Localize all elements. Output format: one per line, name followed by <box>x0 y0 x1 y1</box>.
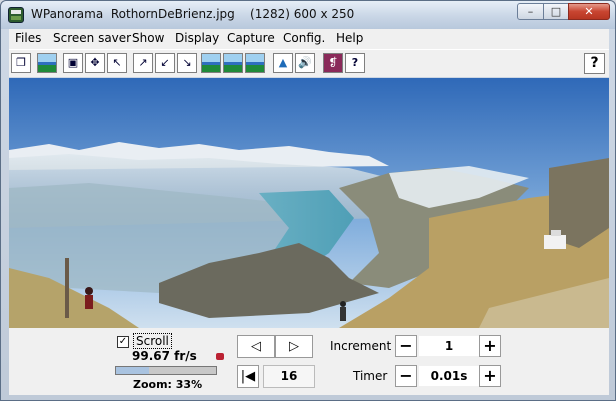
scroll-checkbox[interactable]: ✓ <box>117 336 129 348</box>
increment-value[interactable]: 1 <box>419 336 479 356</box>
first-frame-button[interactable]: |◀ <box>237 365 259 388</box>
menu-show[interactable]: Show <box>132 31 164 45</box>
menu-help[interactable]: Help <box>336 31 363 45</box>
increment-increase-button[interactable]: + <box>479 335 501 357</box>
panorama-scene <box>9 78 609 328</box>
panorama-view-1-icon[interactable] <box>201 53 221 73</box>
app-window: WPanorama RothornDeBrienz.jpg (1282) 600… <box>0 0 616 401</box>
app-icon[interactable] <box>8 7 24 23</box>
menu-files[interactable]: Files <box>15 31 41 45</box>
panorama-view-3-icon[interactable] <box>245 53 265 73</box>
fps-readout: 99.67 fr/s <box>132 349 197 363</box>
increment-label: Increment <box>330 339 392 353</box>
shrink-icon[interactable]: ↖ <box>107 53 127 73</box>
previous-button[interactable]: ◁ <box>237 335 275 358</box>
help-button[interactable]: ? <box>584 53 605 74</box>
help-topics-icon[interactable]: ? <box>345 53 365 73</box>
timer-value[interactable]: 0.01s <box>419 366 479 386</box>
scroll-label[interactable]: Scroll <box>133 333 172 349</box>
toolbar: ❐ ▣ ✥ ↖ ↗ ↙ ↘ ▲ 🔊 ❡ ? ? <box>9 49 609 77</box>
control-panel: ✓ Scroll 99.67 fr/s Zoom: 33% ◁ ▷ |◀ 16 … <box>9 328 609 395</box>
panorama-image[interactable] <box>9 78 609 328</box>
frame-number: 16 <box>263 365 315 388</box>
minimize-button[interactable]: – <box>517 3 544 20</box>
picture-icon[interactable] <box>37 53 57 73</box>
maximize-button[interactable]: □ <box>543 3 569 20</box>
app-name: WPanorama <box>31 7 104 21</box>
window-title: WPanorama RothornDeBrienz.jpg (1282) 600… <box>31 7 354 21</box>
open-file-icon[interactable]: ❐ <box>11 53 31 73</box>
menu-capture[interactable]: Capture <box>227 31 275 45</box>
sound-icon[interactable]: 🔊 <box>295 53 315 73</box>
panorama-view-2-icon[interactable] <box>223 53 243 73</box>
zoom-slider-fill <box>116 367 149 374</box>
image-dimensions: (1282) 600 x 250 <box>250 7 355 21</box>
zoom-slider[interactable] <box>115 366 217 375</box>
menu-display[interactable]: Display <box>175 31 219 45</box>
menu-config[interactable]: Config. <box>283 31 325 45</box>
landscape-icon[interactable]: ▲ <box>273 53 293 73</box>
expand-icon[interactable]: ✥ <box>85 53 105 73</box>
close-button[interactable]: ✕ <box>568 3 610 20</box>
menu-screen-saver[interactable]: Screen saver <box>53 31 131 45</box>
zoom-label: Zoom: 33% <box>133 378 203 391</box>
move-down-left-icon[interactable]: ↙ <box>155 53 175 73</box>
file-name: RothornDeBrienz.jpg <box>110 7 235 21</box>
timer-label: Timer <box>353 369 388 383</box>
timer-increase-button[interactable]: + <box>479 365 501 387</box>
scroll-indicator-icon <box>216 353 224 360</box>
timer-decrease-button[interactable]: − <box>395 365 417 387</box>
book-icon[interactable]: ❡ <box>323 53 343 73</box>
menu-bar: Files Screen saver Show Display Capture … <box>9 29 609 49</box>
move-down-right-icon[interactable]: ↘ <box>177 53 197 73</box>
next-button[interactable]: ▷ <box>275 335 313 358</box>
increment-decrease-button[interactable]: − <box>395 335 417 357</box>
fit-window-icon[interactable]: ▣ <box>63 53 83 73</box>
title-bar[interactable]: WPanorama RothornDeBrienz.jpg (1282) 600… <box>1 1 615 29</box>
move-up-right-icon[interactable]: ↗ <box>133 53 153 73</box>
